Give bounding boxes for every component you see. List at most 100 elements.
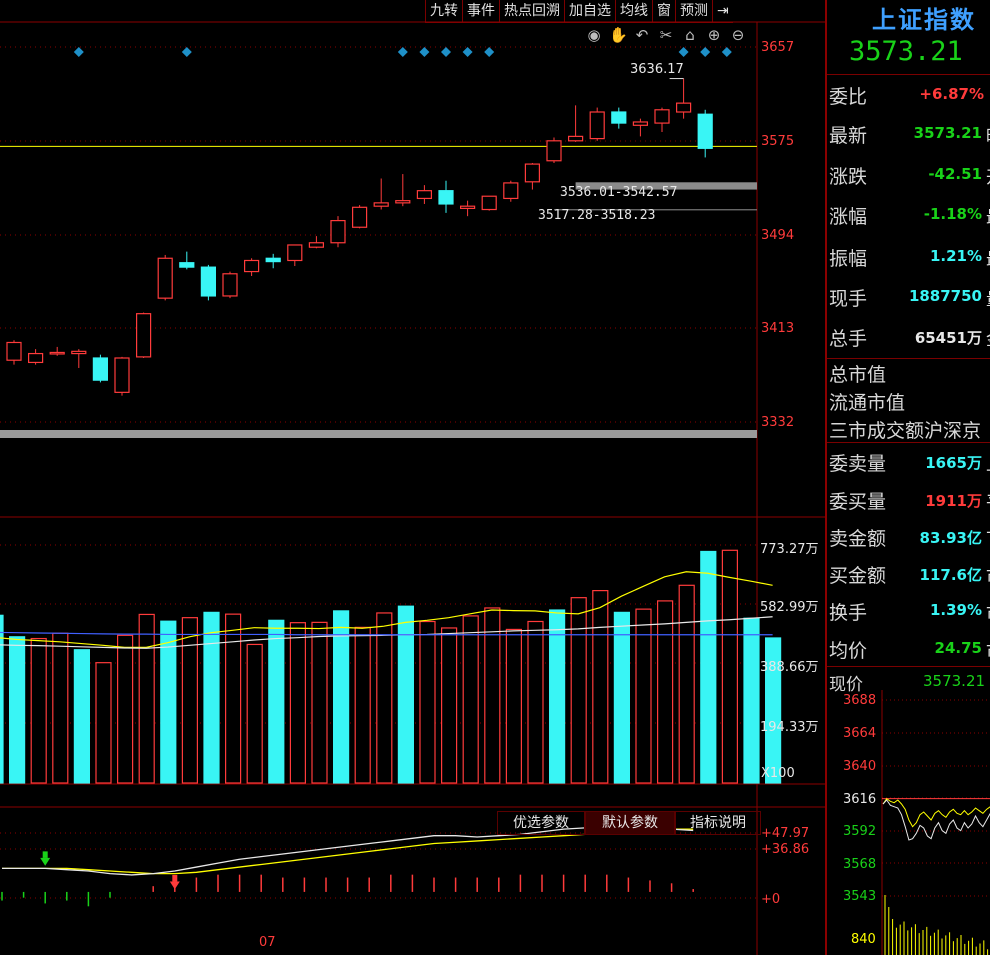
volume-bar	[527, 620, 544, 784]
volume-bar	[95, 662, 112, 784]
candle-body	[179, 262, 195, 268]
volume-bar	[311, 621, 328, 784]
volume-bar	[181, 617, 198, 784]
volume-bar	[9, 636, 26, 784]
minute-tick: 3592	[843, 824, 877, 839]
volume-bar	[570, 597, 587, 784]
candle-body	[49, 351, 65, 355]
volume-unit-label: X100	[761, 766, 795, 781]
volume-bar	[548, 609, 566, 784]
price-tick: 3494	[761, 228, 795, 243]
gap-label: 3517.28-3518.23	[538, 208, 656, 223]
candle-body	[373, 202, 389, 207]
date-tick: 07	[259, 935, 276, 950]
signal-diamond	[181, 47, 192, 57]
signal-diamond	[678, 47, 689, 57]
volume-bar	[462, 615, 479, 784]
volume-bar	[246, 643, 263, 784]
quote-row-sell-volume: 委卖量 1665万 上	[829, 453, 990, 475]
buy-signal-arrow	[172, 874, 178, 882]
candle-body	[114, 357, 130, 393]
sell-signal-arrow	[40, 857, 51, 866]
price-tick: 3575	[761, 134, 795, 149]
candle-body	[395, 200, 411, 204]
volume-bar	[397, 605, 414, 784]
mini-price-line	[882, 799, 990, 841]
minute-tick: 3688	[843, 693, 877, 708]
volume-bar	[138, 613, 155, 784]
volume-bar	[700, 550, 717, 784]
minute-tick: 3616	[843, 792, 877, 807]
volume-bar	[376, 612, 393, 784]
signal-diamond	[73, 47, 84, 57]
quote-row-total-volume: 总手 65451万 金	[829, 328, 990, 350]
volume-bar	[419, 620, 436, 784]
candle-body	[28, 352, 44, 364]
buy-signal-arrow	[169, 881, 180, 890]
indicator-tick: +0	[761, 892, 781, 907]
quote-row-current-volume: 现手 1887750 量	[829, 287, 990, 310]
signal-diamond	[419, 47, 430, 57]
volume-series	[0, 549, 782, 784]
minute-tick: 3543	[843, 889, 877, 904]
candle-body	[308, 242, 324, 248]
volume-tick: 194.33万	[760, 720, 819, 735]
volume-bar	[441, 627, 458, 784]
volume-tick: 582.99万	[760, 600, 819, 615]
scroll-bar	[0, 430, 757, 438]
price-tick: 3332	[761, 415, 795, 430]
candle-body	[330, 219, 346, 244]
volume-tick: 773.27万	[760, 542, 819, 557]
price-tick: 3413	[761, 321, 795, 336]
volume-bar	[0, 614, 4, 784]
quote-row-change-pct: 涨幅 -1.18% 最	[829, 205, 990, 228]
minute-tick: 3664	[843, 726, 877, 741]
price-tick: 3657	[761, 40, 795, 55]
candle-body	[524, 163, 541, 183]
candle-body	[546, 140, 562, 162]
sell-signal-arrow	[42, 851, 48, 858]
minute-tick: 3640	[843, 759, 877, 774]
quote-row-turnover: 换手 1.39% 市	[829, 601, 990, 624]
volume-bar	[203, 611, 220, 784]
candle-body	[589, 111, 605, 140]
three-market-turnover: 三市成交额沪深京	[829, 420, 982, 442]
indicator-help-tab[interactable]: 指标说明	[675, 811, 761, 835]
index-name: 上证指数	[872, 6, 976, 34]
candle-body	[481, 195, 497, 211]
candle-body	[287, 244, 303, 262]
candle-body	[71, 350, 87, 355]
current-price-value: 3573.21	[923, 672, 986, 690]
gap-label: 3536.01-3542.57	[560, 185, 678, 200]
signal-diamond	[462, 47, 473, 57]
signal-diamond	[441, 47, 451, 57]
candle-body	[611, 111, 627, 124]
volume-bar	[289, 622, 306, 784]
quote-row-change: 涨跌 -42.51 开	[829, 165, 990, 188]
minute-tick: 3568	[843, 857, 877, 872]
volume-bar	[30, 637, 47, 784]
mini-price-line	[882, 797, 990, 828]
quote-row-buy-amount: 买金额 117.6亿 市	[829, 565, 990, 587]
high-price-label: 3636.17	[630, 62, 684, 77]
optimal-params-tab[interactable]: 优选参数	[497, 811, 585, 835]
volume-bar	[268, 619, 285, 784]
quote-panel: 上证指数 3573.21 委比 +6.87% 最新 3573.21 昨 涨跌 -…	[825, 0, 990, 955]
volume-bar	[333, 610, 350, 784]
volume-bar	[613, 611, 631, 784]
index-price: 3573.21	[849, 36, 963, 67]
default-params-tab[interactable]: 默认参数	[585, 811, 675, 835]
volume-tick: 388.66万	[760, 660, 819, 675]
candle-body	[460, 205, 476, 210]
volume-bar	[592, 590, 609, 784]
volume-bar	[225, 613, 242, 784]
candle-body	[438, 190, 454, 205]
indicator-series	[1, 825, 694, 907]
volume-bar	[52, 632, 69, 784]
signal-diamond	[700, 47, 711, 57]
volume-bar	[73, 649, 91, 784]
volume-bar	[116, 634, 134, 784]
minute-volume-tick: 840	[851, 932, 876, 947]
quote-row-sell-amount: 卖金额 83.93亿 下	[829, 528, 990, 550]
candle-body	[157, 257, 173, 299]
